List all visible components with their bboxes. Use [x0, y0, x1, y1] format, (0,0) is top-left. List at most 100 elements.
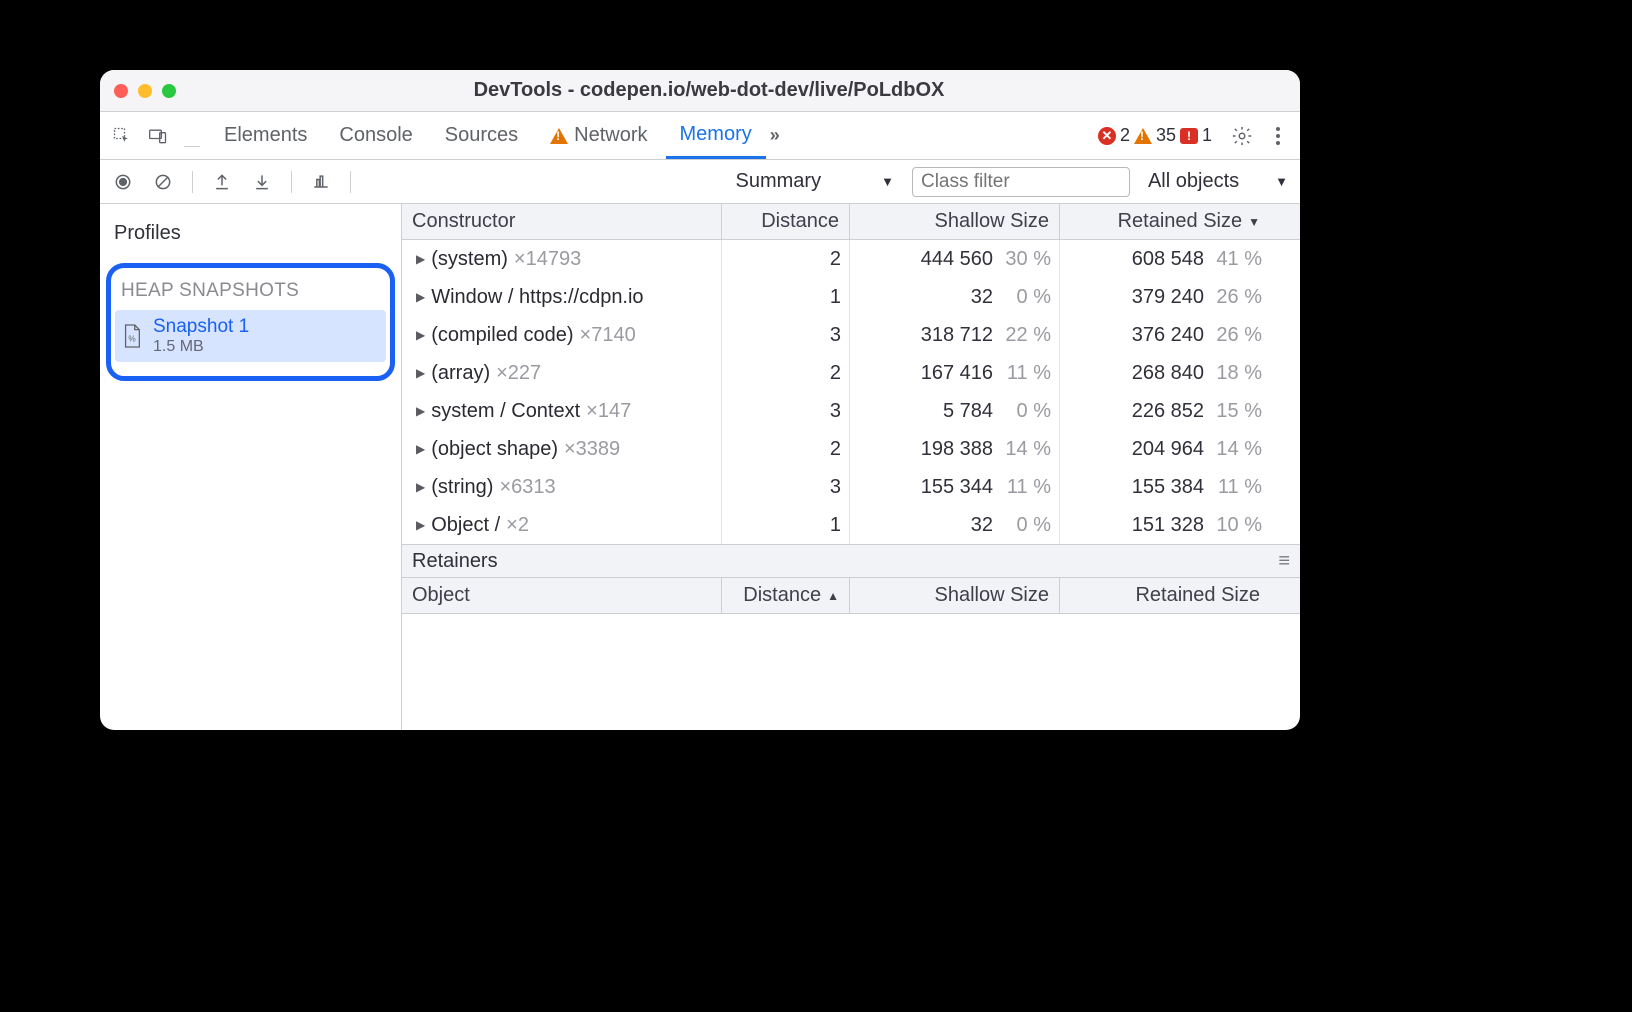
status-badges: ✕ 2 35 ! 1: [1098, 125, 1212, 146]
error-count: 2: [1120, 125, 1130, 146]
cell-constructor: ▶system / Context ×147: [402, 392, 722, 430]
retainers-menu-icon[interactable]: ≡: [1278, 550, 1290, 573]
more-tabs-button[interactable]: »: [770, 125, 780, 146]
ret-col-distance[interactable]: Distance▲: [722, 578, 850, 613]
error-count-badge[interactable]: ✕ 2: [1098, 125, 1130, 146]
cell-retained: 376 24026 %: [1060, 316, 1270, 354]
table-row[interactable]: ▶system / Context ×14735 7840 %226 85215…: [402, 392, 1300, 430]
kebab-menu-button[interactable]: [1262, 127, 1294, 145]
cell-shallow: 320 %: [850, 278, 1060, 316]
constructor-count: ×227: [496, 362, 541, 385]
warning-count-badge[interactable]: 35: [1134, 125, 1176, 146]
warning-icon: [550, 128, 568, 144]
col-distance[interactable]: Distance: [722, 204, 850, 239]
constructor-count: ×3389: [564, 438, 620, 461]
expand-icon[interactable]: ▶: [416, 518, 425, 532]
tab-network[interactable]: Network: [536, 112, 661, 159]
tab-elements[interactable]: Elements: [210, 112, 321, 159]
ret-col-shallow[interactable]: Shallow Size: [850, 578, 1060, 613]
chevron-down-icon[interactable]: ▼: [1275, 174, 1288, 189]
constructor-name: (array): [431, 362, 490, 385]
cell-shallow: 444 56030 %: [850, 240, 1060, 278]
cell-constructor: ▶ Object / ×2: [402, 506, 722, 544]
expand-icon[interactable]: ▶: [416, 252, 425, 266]
snapshot-file-icon: %: [121, 323, 143, 349]
load-profile-button[interactable]: [207, 172, 237, 192]
col-retained-size[interactable]: Retained Size▼: [1060, 204, 1270, 239]
col-shallow-size[interactable]: Shallow Size: [850, 204, 1060, 239]
table-row[interactable]: ▶(object shape) ×33892198 38814 %204 964…: [402, 430, 1300, 468]
save-profile-button[interactable]: [247, 172, 277, 192]
window-title: DevTools - codepen.io/web-dot-dev/live/P…: [132, 79, 1286, 102]
close-window-button[interactable]: [114, 84, 128, 98]
table-row[interactable]: ▶(compiled code) ×71403318 71222 %376 24…: [402, 316, 1300, 354]
device-toggle-icon[interactable]: [142, 126, 174, 146]
constructor-count: ×14793: [514, 248, 581, 271]
expand-icon[interactable]: ▶: [416, 366, 425, 380]
table-row[interactable]: ▶(array) ×2272167 41611 %268 84018 %: [402, 354, 1300, 392]
col-constructor[interactable]: Constructor: [402, 204, 722, 239]
table-row[interactable]: ▶(string) ×63133155 34411 %155 38411 %: [402, 468, 1300, 506]
table-row[interactable]: ▶(system) ×147932444 56030 %608 54841 %: [402, 240, 1300, 278]
retainers-body: [402, 614, 1300, 730]
expand-icon[interactable]: ▶: [416, 480, 425, 494]
retainers-header: Retainers ≡: [402, 544, 1300, 578]
tab-network-label: Network: [574, 124, 647, 147]
gc-button[interactable]: [306, 172, 336, 192]
tab-sources-label: Sources: [445, 124, 518, 147]
ret-col-retained[interactable]: Retained Size: [1060, 578, 1270, 613]
issues-icon: !: [1180, 128, 1198, 144]
tab-sources[interactable]: Sources: [431, 112, 532, 159]
retainers-title: Retainers: [412, 550, 498, 573]
clear-button[interactable]: [148, 172, 178, 192]
cell-constructor: ▶Window / https://cdpn.io: [402, 278, 722, 316]
object-filter-dropdown[interactable]: All objects: [1148, 170, 1239, 193]
cell-distance: 1: [722, 506, 850, 544]
separator: [291, 171, 292, 193]
record-button[interactable]: [108, 172, 138, 192]
table-body: ▶(system) ×147932444 56030 %608 54841 %▶…: [402, 240, 1300, 544]
expand-icon[interactable]: ▶: [416, 290, 425, 304]
sort-asc-icon: ▲: [827, 589, 839, 603]
titlebar: DevTools - codepen.io/web-dot-dev/live/P…: [100, 70, 1300, 112]
constructor-count: ×6313: [499, 476, 555, 499]
table-row[interactable]: ▶Window / https://cdpn.io1320 %379 24026…: [402, 278, 1300, 316]
ret-col-object[interactable]: Object: [402, 578, 722, 613]
cell-constructor: ▶(compiled code) ×7140: [402, 316, 722, 354]
issues-count-badge[interactable]: ! 1: [1180, 125, 1212, 146]
constructor-name: Object /: [431, 514, 500, 537]
chevron-down-icon: ▼: [881, 174, 894, 189]
main-panel: Constructor Distance Shallow Size Retain…: [402, 204, 1300, 730]
settings-button[interactable]: [1226, 125, 1258, 147]
cell-distance: 2: [722, 240, 850, 278]
expand-icon[interactable]: ▶: [416, 404, 425, 418]
cell-distance: 1: [722, 278, 850, 316]
cell-retained: 268 84018 %: [1060, 354, 1270, 392]
constructor-name: system / Context: [431, 400, 580, 423]
tab-memory-label: Memory: [680, 123, 752, 146]
table-row[interactable]: ▶Object / ×21320 %151 32810 %: [402, 506, 1300, 544]
snapshot-item[interactable]: % Snapshot 1 1.5 MB: [115, 310, 386, 362]
class-filter-input[interactable]: [912, 167, 1130, 197]
cell-distance: 3: [722, 468, 850, 506]
constructor-name: (compiled code): [431, 324, 573, 347]
error-icon: ✕: [1098, 127, 1116, 145]
tab-console[interactable]: Console: [325, 112, 426, 159]
cell-constructor: ▶(system) ×14793: [402, 240, 722, 278]
expand-icon[interactable]: ▶: [416, 328, 425, 342]
svg-text:%: %: [128, 335, 136, 344]
constructor-count: ×2: [506, 514, 529, 537]
tab-bar: Elements Console Sources Network Memory …: [100, 112, 1300, 160]
cell-constructor: ▶(object shape) ×3389: [402, 430, 722, 468]
cell-shallow: 155 34411 %: [850, 468, 1060, 506]
tab-memory[interactable]: Memory: [666, 112, 766, 159]
separator: [350, 171, 351, 193]
cell-shallow: 5 7840 %: [850, 392, 1060, 430]
inspect-icon[interactable]: [106, 126, 138, 146]
cell-shallow: 320 %: [850, 506, 1060, 544]
sort-desc-icon: ▼: [1248, 215, 1260, 229]
table-header: Constructor Distance Shallow Size Retain…: [402, 204, 1300, 240]
memory-toolbar: Summary ▼ All objects ▼: [100, 160, 1300, 204]
expand-icon[interactable]: ▶: [416, 442, 425, 456]
view-mode-dropdown[interactable]: Summary ▼: [730, 170, 894, 193]
